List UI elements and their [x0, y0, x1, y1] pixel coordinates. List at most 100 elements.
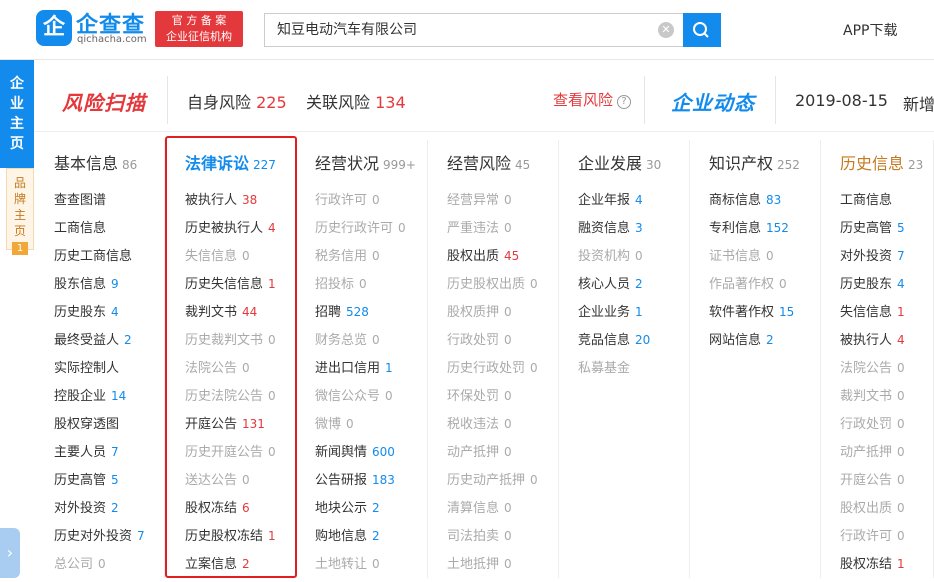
list-item[interactable]: 经营异常 0: [447, 190, 538, 218]
list-item[interactable]: 严重违法 0: [447, 218, 538, 246]
list-item[interactable]: 公告研报 183: [315, 470, 406, 498]
list-item[interactable]: 网站信息 2: [709, 330, 794, 358]
list-item[interactable]: 行政处罚 0: [447, 330, 538, 358]
list-item[interactable]: 环保处罚 0: [447, 386, 538, 414]
item-count: 0: [346, 417, 354, 431]
list-item[interactable]: 软件著作权 15: [709, 302, 794, 330]
related-risk[interactable]: 关联风险 134: [306, 89, 406, 113]
list-item[interactable]: 裁判文书 0: [840, 386, 905, 414]
company-dynamics-logo[interactable]: 企业动态: [671, 87, 755, 116]
list-item[interactable]: 开庭公告 0: [840, 470, 905, 498]
search-input[interactable]: 知豆电动汽车有限公司 ✕: [264, 13, 684, 47]
list-item[interactable]: 最终受益人 2: [54, 330, 145, 358]
list-item[interactable]: 融资信息 3: [578, 218, 650, 246]
list-item[interactable]: 股东信息 9: [54, 274, 145, 302]
item-label: 历史工商信息: [54, 249, 133, 264]
list-item[interactable]: 微博 0: [315, 414, 406, 442]
item-count: 7: [137, 529, 145, 543]
column-tab[interactable]: 基本信息 86: [54, 150, 137, 174]
list-item[interactable]: 作品著作权 0: [709, 274, 794, 302]
list-item[interactable]: 历史股东 4: [840, 274, 905, 302]
risk-scan-logo[interactable]: 风险扫描: [62, 87, 146, 116]
list-item[interactable]: 招聘 528: [315, 302, 406, 330]
list-item[interactable]: 投资机构 0: [578, 246, 650, 274]
list-item[interactable]: 行政许可 0: [315, 190, 406, 218]
item-label: 证书信息: [709, 249, 762, 264]
column-tab[interactable]: 历史信息 23: [840, 150, 923, 174]
list-item[interactable]: 历史行政许可 0: [315, 218, 406, 246]
list-item[interactable]: 历史高管 5: [840, 218, 905, 246]
search-button[interactable]: [683, 13, 721, 47]
list-item[interactable]: 私募基金: [578, 358, 650, 386]
list-item[interactable]: 主要人员 7: [54, 442, 145, 470]
list-item[interactable]: 工商信息: [840, 190, 905, 218]
list-item[interactable]: 股权穿透图: [54, 414, 145, 442]
column-operations: 经营状况 999+ 行政许可 0 历史行政许可 0 税务信用 0 招投标 0 招聘 528 财务总览 0 进…: [315, 140, 428, 578]
list-item[interactable]: 微信公众号 0: [315, 386, 406, 414]
brand-home-tab[interactable]: 品 牌 主 页 1: [6, 168, 34, 255]
list-item[interactable]: 历史工商信息: [54, 246, 145, 274]
column-tab[interactable]: 经营状况 999+: [315, 150, 416, 174]
list-item[interactable]: 证书信息 0: [709, 246, 794, 274]
list-item[interactable]: 税收违法 0: [447, 414, 538, 442]
column-tab[interactable]: 经营风险 45: [447, 150, 530, 174]
help-icon[interactable]: ?: [617, 95, 632, 109]
list-item[interactable]: 历史股东 4: [54, 302, 145, 330]
list-item[interactable]: 动产抵押 0: [447, 442, 538, 470]
list-item[interactable]: 专利信息 152: [709, 218, 794, 246]
logo-icon[interactable]: 企: [36, 10, 72, 46]
list-item[interactable]: 财务总览 0: [315, 330, 406, 358]
list-item[interactable]: 历史对外投资 7: [54, 526, 145, 554]
item-label: 企业年报: [578, 193, 631, 208]
list-item[interactable]: 股权出质 0: [840, 498, 905, 526]
column-tab[interactable]: 知识产权 252: [709, 150, 800, 174]
list-item[interactable]: 招投标 0: [315, 274, 406, 302]
app-download-link[interactable]: APP下载: [843, 20, 897, 40]
list-item[interactable]: 税务信用 0: [315, 246, 406, 274]
list-item[interactable]: 企业年报 4: [578, 190, 650, 218]
list-item[interactable]: 股权出质 45: [447, 246, 538, 274]
list-item[interactable]: 历史行政处罚 0: [447, 358, 538, 386]
list-item[interactable]: 失信信息 1: [840, 302, 905, 330]
list-item[interactable]: 购地信息 2: [315, 526, 406, 554]
item-label: 控股企业: [54, 389, 107, 404]
self-risk[interactable]: 自身风险 225: [187, 89, 287, 113]
list-item[interactable]: 实际控制人: [54, 358, 145, 386]
list-item[interactable]: 历史动产抵押 0: [447, 470, 538, 498]
item-label: 融资信息: [578, 221, 631, 236]
column-tab[interactable]: 企业发展 30: [578, 150, 661, 174]
list-item[interactable]: 被执行人 4: [840, 330, 905, 358]
expand-sidebar-button[interactable]: ›: [0, 528, 20, 578]
item-count: 0: [504, 193, 512, 207]
list-item[interactable]: 股权质押 0: [447, 302, 538, 330]
list-item[interactable]: 历史高管 5: [54, 470, 145, 498]
check-risk-link[interactable]: 查看风险?: [553, 89, 632, 110]
item-count: 20: [635, 333, 651, 347]
list-item[interactable]: 对外投资 2: [54, 498, 145, 526]
list-item[interactable]: 清算信息 0: [447, 498, 538, 526]
list-item[interactable]: 商标信息 83: [709, 190, 794, 218]
list-item[interactable]: 查查图谱: [54, 190, 145, 218]
list-item[interactable]: 竞品信息 20: [578, 330, 650, 358]
list-item[interactable]: 新闻舆情 600: [315, 442, 406, 470]
list-item[interactable]: 行政处罚 0: [840, 414, 905, 442]
list-item[interactable]: 法院公告 0: [840, 358, 905, 386]
list-item[interactable]: 行政许可 0: [840, 526, 905, 554]
item-count: 2: [111, 501, 119, 515]
list-item[interactable]: 核心人员 2: [578, 274, 650, 302]
list-item[interactable]: 动产抵押 0: [840, 442, 905, 470]
list-item[interactable]: 工商信息: [54, 218, 145, 246]
list-item[interactable]: 进出口信用 1: [315, 358, 406, 386]
list-item[interactable]: 历史股权出质 0: [447, 274, 538, 302]
clear-icon[interactable]: ✕: [658, 22, 674, 38]
dynamics-new[interactable]: 新增: [903, 91, 934, 115]
list-item[interactable]: 控股企业 14: [54, 386, 145, 414]
list-item[interactable]: 地块公示 2: [315, 498, 406, 526]
item-list: 商标信息 83 专利信息 152 证书信息 0 作品著作权 0 软件著作权 15 网站信息 2: [709, 190, 794, 358]
item-count: 7: [897, 249, 905, 263]
item-label: 环保处罚: [447, 389, 500, 404]
company-home-tab[interactable]: 企 业 主 页: [0, 60, 34, 168]
list-item[interactable]: 司法拍卖 0: [447, 526, 538, 554]
list-item[interactable]: 对外投资 7: [840, 246, 905, 274]
list-item[interactable]: 企业业务 1: [578, 302, 650, 330]
